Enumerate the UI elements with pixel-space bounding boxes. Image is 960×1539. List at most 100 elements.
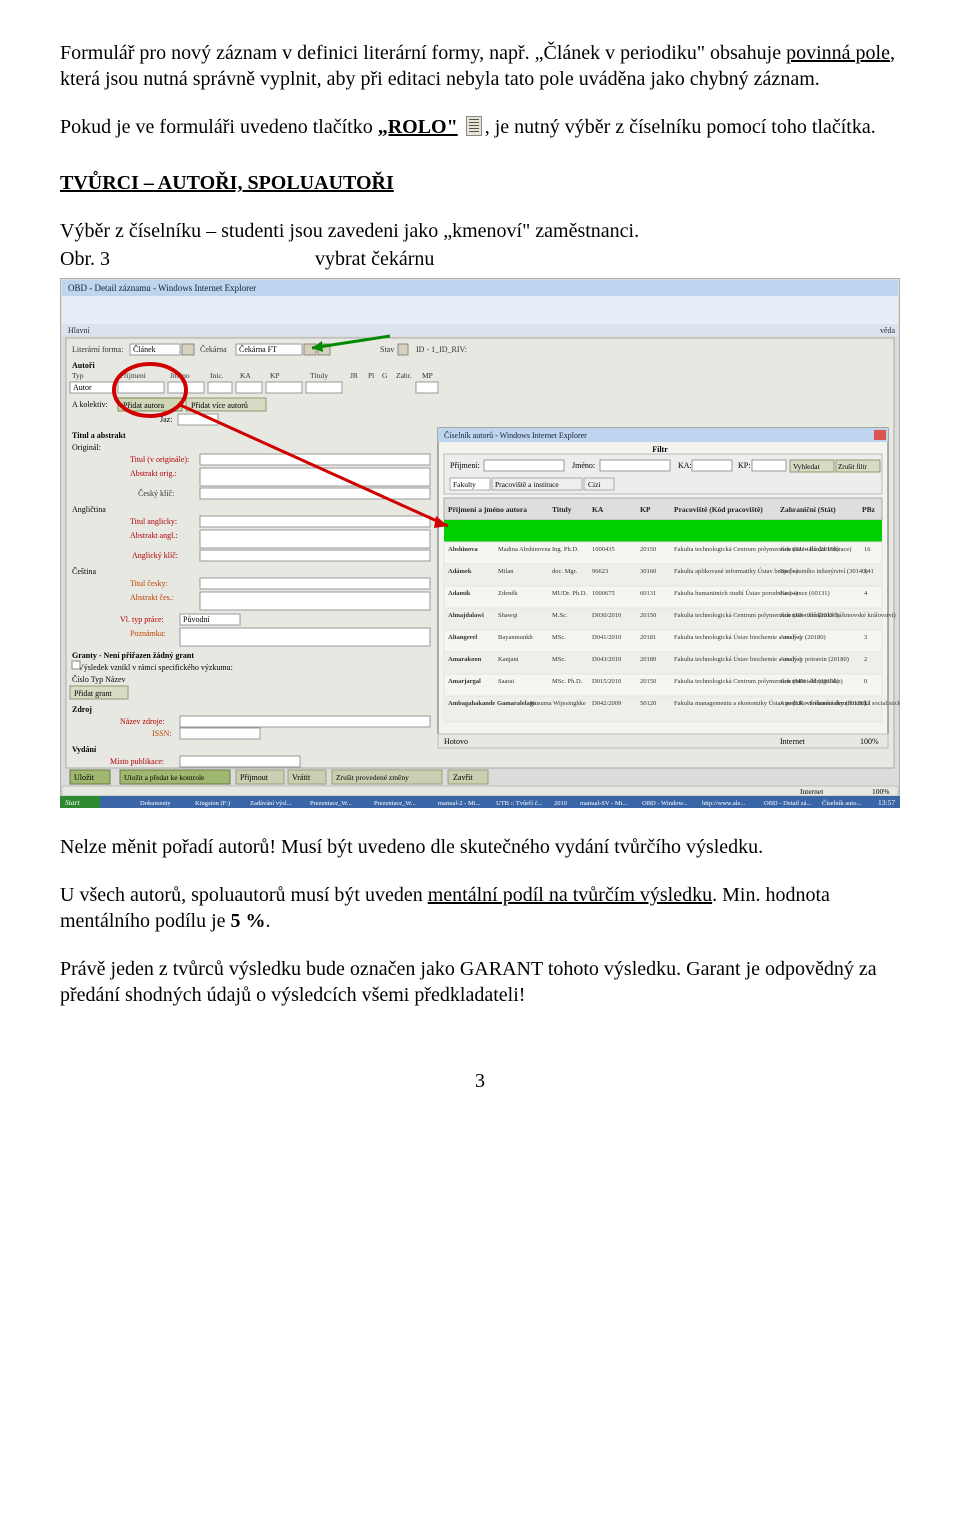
lit-forma-label: Literární forma:	[72, 345, 123, 354]
svg-text:Příjmení a jméno autora: Příjmení a jméno autora	[448, 505, 527, 514]
svg-text:ID - 1_ID_RIV:: ID - 1_ID_RIV:	[416, 345, 467, 354]
svg-text:141: 141	[864, 568, 874, 575]
svg-text:KP: KP	[270, 371, 280, 380]
svg-text:manual-SV - Mi...: manual-SV - Mi...	[580, 800, 628, 807]
svg-text:Bayanmunkh: Bayanmunkh	[498, 634, 533, 641]
svg-text:Almajdalawi: Almajdalawi	[448, 612, 484, 619]
svg-text:Milan: Milan	[498, 568, 514, 575]
svg-text:Zdeněk: Zdeněk	[498, 590, 518, 597]
svg-text:Tituly: Tituly	[552, 505, 572, 514]
svg-text:Cizí: Cizí	[588, 480, 601, 489]
p6-d-five-percent: 5 %	[231, 910, 266, 932]
svg-text:16: 16	[864, 546, 871, 553]
svg-text:G: G	[382, 371, 388, 380]
author-surname-field[interactable]	[118, 382, 164, 393]
svg-text:2: 2	[864, 656, 867, 663]
svg-text:Originál:: Originál:	[72, 443, 101, 452]
svg-text:Titul česky:: Titul česky:	[130, 579, 168, 588]
svg-text:Madina Abshinovna: Madina Abshinovna	[498, 546, 551, 553]
rolo-button-cekarna[interactable]	[304, 344, 316, 355]
svg-text:manual-2 - Mi...: manual-2 - Mi...	[438, 800, 481, 807]
popup-close-icon[interactable]	[874, 430, 886, 440]
svg-text:Přijmout: Přijmout	[240, 773, 269, 782]
figure-caption: Obr. 3 vybrat čekárnu	[60, 246, 900, 272]
svg-text:Místo publikace:: Místo publikace:	[110, 757, 164, 766]
svg-text:Ne (--): Ne (--)	[780, 590, 798, 597]
svg-text:12: 12	[864, 700, 871, 707]
svg-text:Adamík: Adamík	[448, 590, 471, 597]
p6-b-mental-share: mentální podíl na tvůrčím výsledku	[428, 884, 712, 906]
svg-text:KP: KP	[640, 505, 651, 514]
svg-text:KA: KA	[592, 505, 604, 514]
svg-text:OBD - Window...: OBD - Window...	[642, 800, 688, 807]
svg-text:Ano (--): Ano (--)	[780, 634, 801, 641]
svg-text:20150: 20150	[640, 612, 656, 619]
svg-text:1000675: 1000675	[592, 590, 615, 597]
svg-text:Zadávání výsl...: Zadávání výsl...	[250, 800, 292, 807]
svg-text:Fakulta technologická Ústav bi: Fakulta technologická Ústav biochemie a …	[674, 655, 849, 663]
svg-text:Fakulta aplikované informatiky: Fakulta aplikované informatiky Ústav bez…	[674, 567, 868, 575]
svg-text:MUDr. Ph.D.: MUDr. Ph.D.	[552, 590, 587, 597]
popup-surname-field[interactable]	[484, 460, 564, 471]
rolo-button-forma[interactable]	[182, 344, 194, 355]
svg-text:Filtr: Filtr	[652, 445, 668, 454]
svg-text:D042/2009: D042/2009	[592, 700, 621, 707]
p1-b-mandatory-fields: povinná pole	[786, 42, 890, 64]
svg-text:D015/2010: D015/2010	[592, 678, 621, 685]
svg-text:Internet: Internet	[780, 737, 806, 746]
svg-text:20181: 20181	[640, 634, 656, 641]
svg-text:Fakulty: Fakulty	[453, 480, 476, 489]
svg-text:MSc. Ph.D.: MSc. Ph.D.	[552, 678, 583, 685]
footer-buttons: Uložit Uložit a předat ke kontrole Přijm…	[70, 770, 488, 784]
svg-text:30160: 30160	[640, 568, 656, 575]
svg-text:Ano (LK - Srílanská demokratic: Ano (LK - Srílanská demokratická sociali…	[780, 700, 900, 707]
screenshot-figure: OBD - Detail záznamu - Windows Internet …	[60, 278, 900, 808]
svg-text:Titul anglicky:: Titul anglicky:	[130, 517, 177, 526]
svg-text:100%: 100%	[872, 787, 890, 796]
svg-text:Ambagahakande Gamaralelage: Ambagahakande Gamaralelage	[448, 700, 536, 707]
svg-text:Pracoviště (Kód pracoviště): Pracoviště (Kód pracoviště)	[674, 505, 763, 514]
svg-text:Kingston (F:): Kingston (F:)	[195, 800, 230, 807]
svg-text:KA:: KA:	[678, 461, 692, 470]
svg-text:Číselník autorů - Windows Inte: Číselník autorů - Windows Internet Explo…	[444, 430, 587, 440]
svg-text:Amarjargal: Amarjargal	[448, 678, 481, 685]
shot-window-title: OBD - Detail záznamu - Windows Internet …	[68, 283, 256, 293]
svg-text:Adámek: Adámek	[448, 568, 472, 575]
svg-text:Uložit: Uložit	[74, 773, 95, 782]
svg-text:100%: 100%	[860, 737, 879, 746]
p2-b: , je nutný výběr z číselníku pomocí toho…	[485, 116, 876, 138]
svg-text:60131: 60131	[640, 590, 656, 597]
svg-text:Typ: Typ	[72, 371, 84, 380]
p6-e: .	[266, 910, 271, 932]
svg-text:ISSN:: ISSN:	[152, 729, 172, 738]
svg-text:Čekárna FT: Čekárna FT	[239, 344, 277, 354]
svg-text:Původní: Původní	[183, 615, 210, 624]
svg-text:Ano (JO - Jordánské hášimovské: Ano (JO - Jordánské hášimovské královstv…	[780, 612, 896, 619]
svg-text:Zahraniční (Stát): Zahraniční (Stát)	[780, 505, 836, 514]
svg-text:Amarakoon: Amarakoon	[448, 656, 482, 663]
svg-text:Hotovo: Hotovo	[444, 737, 468, 746]
svg-text:Uložit a předat ke kontrole: Uložit a předat ke kontrole	[124, 773, 205, 782]
popup-name-field[interactable]	[600, 460, 670, 471]
p2-rolo-label: „ROLO"	[378, 116, 458, 138]
svg-text:Internet: Internet	[800, 787, 824, 796]
svg-text:Pracoviště a instituce: Pracoviště a instituce	[495, 480, 559, 489]
svg-text:Přidat více autorů: Přidat více autorů	[191, 401, 248, 410]
svg-text:Prezentace_W...: Prezentace_W...	[374, 800, 416, 807]
svg-text:Autor: Autor	[73, 383, 92, 392]
svg-text:Zahr.: Zahr.	[396, 371, 412, 380]
svg-text:Čekárna: Čekárna	[200, 344, 227, 354]
svg-text:Příjmení:: Příjmení:	[450, 461, 480, 470]
svg-text:20150: 20150	[640, 546, 656, 553]
svg-text:Abstrakt orig.:: Abstrakt orig.:	[130, 469, 177, 478]
svg-text:Zavřít: Zavřít	[453, 773, 473, 782]
svg-text:Altangerel: Altangerel	[448, 634, 477, 641]
svg-text:Název zdroje:: Název zdroje:	[120, 717, 165, 726]
svg-text:MSc.: MSc.	[552, 656, 566, 663]
paragraph-1: Formulář pro nový záznam v definici lite…	[60, 40, 900, 92]
svg-text:PBz: PBz	[862, 505, 876, 514]
svg-text:Poznámka:: Poznámka:	[130, 629, 166, 638]
svg-text:2010: 2010	[554, 800, 567, 807]
svg-text:Dokumenty: Dokumenty	[140, 800, 171, 807]
svg-text:Vrátit: Vrátit	[292, 773, 311, 782]
